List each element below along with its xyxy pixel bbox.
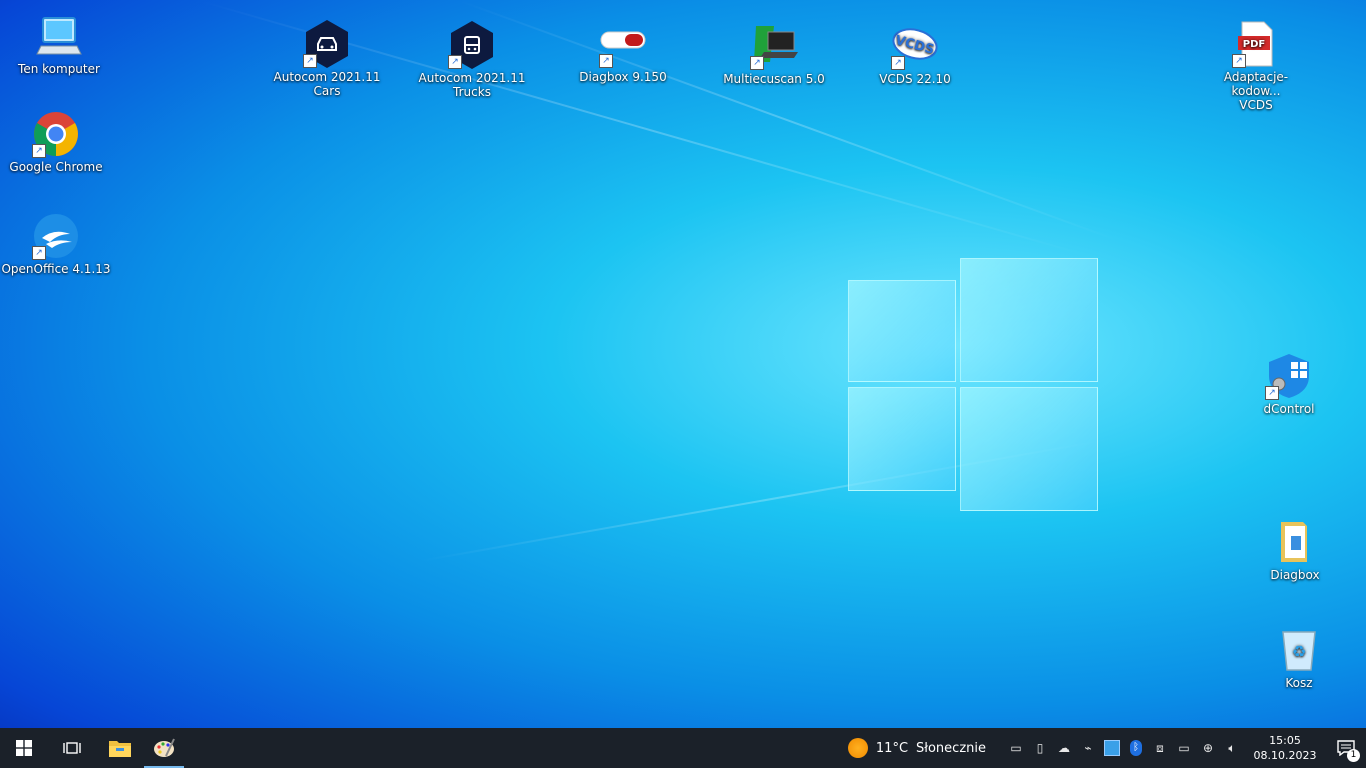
- shortcut-arrow-icon: ↗: [448, 55, 462, 69]
- svg-text:♻: ♻: [1292, 642, 1306, 661]
- desktop-icon-label: VCDS 22.10: [879, 72, 951, 86]
- tray-usb-icon[interactable]: ▯: [1028, 728, 1052, 768]
- autocom-trucks-icon: ↗: [448, 21, 496, 69]
- weather-widget[interactable]: 11°C Słonecznie: [847, 738, 986, 758]
- notification-count-badge: 1: [1347, 749, 1360, 762]
- tray-display-icon[interactable]: ▭: [1004, 728, 1028, 768]
- desktop-icon-this-pc[interactable]: Ten komputer: [4, 12, 114, 76]
- battery-icon[interactable]: ▭: [1172, 728, 1196, 768]
- sun-icon: [847, 738, 868, 758]
- bluetooth-icon[interactable]: ᛒ: [1124, 728, 1148, 768]
- taskbar-paint-app[interactable]: [140, 728, 188, 768]
- recycle-bin-icon: ♻: [1275, 626, 1323, 674]
- desktop-icon-chrome[interactable]: ↗ Google Chrome: [1, 110, 111, 174]
- desktop-icon-recycle-bin[interactable]: ♻ Kosz: [1244, 626, 1354, 690]
- desktop-icon-pdf-adaptacje[interactable]: PDF ↗ Adaptacje-kodow... VCDS: [1201, 20, 1311, 112]
- shortcut-arrow-icon: ↗: [32, 246, 46, 260]
- desktop-icon-label: Diagbox 9.150: [579, 70, 667, 84]
- paint-palette-icon: [154, 738, 175, 757]
- volume-icon[interactable]: 🔈︎: [1220, 728, 1244, 768]
- shield-icon: ↗: [1265, 352, 1313, 400]
- task-view-icon: [63, 742, 81, 754]
- tray-cloud-offline-icon[interactable]: ☁: [1052, 728, 1076, 768]
- start-button[interactable]: [0, 728, 48, 768]
- desktop-icon-label: Multiecuscan 5.0: [723, 72, 825, 86]
- tray-satellite-icon[interactable]: ⌁: [1076, 728, 1100, 768]
- shortcut-arrow-icon: ↗: [891, 56, 905, 70]
- shortcut-arrow-icon: ↗: [1232, 54, 1246, 68]
- chrome-icon: ↗: [32, 110, 80, 158]
- weather-temperature: 11°C: [875, 740, 909, 756]
- task-view-button[interactable]: [48, 728, 96, 768]
- desktop-icon-label: Google Chrome: [9, 160, 103, 174]
- desktop-icon-label: OpenOffice 4.1.13: [1, 262, 111, 276]
- notifications-button[interactable]: 1: [1326, 728, 1366, 768]
- desktop-icon-multiecuscan[interactable]: ↗ Multiecuscan 5.0: [719, 22, 829, 86]
- pdf-file-icon: PDF ↗: [1232, 20, 1280, 68]
- desktop-icon-autocom-trucks[interactable]: ↗ Autocom 2021.11 Trucks: [417, 21, 527, 99]
- openoffice-icon: ↗: [32, 212, 80, 260]
- network-globe-icon[interactable]: ⊕: [1196, 728, 1220, 768]
- windows-start-icon: [16, 740, 32, 756]
- clock[interactable]: 15:05 08.10.2023: [1250, 733, 1320, 763]
- shortcut-arrow-icon: ↗: [750, 56, 764, 70]
- desktop-icon-label: Kosz: [1285, 676, 1313, 690]
- desktop-icon-label: Diagbox: [1270, 568, 1320, 582]
- desktop-icon-autocom-cars[interactable]: ↗ Autocom 2021.11 Cars: [272, 20, 382, 98]
- folder-icon: [109, 741, 131, 757]
- vcds-icon: VCDS ↗: [891, 22, 939, 70]
- wallpaper: [0, 0, 1366, 728]
- desktop-icon-vcds[interactable]: VCDS ↗ VCDS 22.10: [860, 22, 970, 86]
- folder-icon: [1271, 518, 1319, 566]
- desktop-icon-label: Autocom 2021.11 Trucks: [418, 71, 526, 99]
- desktop-icon-label: Adaptacje-kodow... VCDS: [1223, 70, 1289, 112]
- autocom-cars-icon: ↗: [303, 20, 351, 68]
- diagbox-app-icon: ↗: [599, 20, 647, 68]
- shortcut-arrow-icon: ↗: [303, 54, 317, 68]
- taskbar-file-explorer[interactable]: [96, 728, 144, 768]
- multiecuscan-icon: ↗: [750, 22, 798, 70]
- desktop-icon-label: dControl: [1263, 402, 1315, 416]
- clock-time: 15:05: [1269, 734, 1301, 747]
- desktop-icon-diagbox-9150[interactable]: ↗ Diagbox 9.150: [568, 20, 678, 84]
- weather-condition: Słonecznie: [916, 740, 986, 756]
- tray-app-icon[interactable]: [1100, 728, 1124, 768]
- desktop-icon-dcontrol[interactable]: ↗ dControl: [1234, 352, 1344, 416]
- computer-icon: [35, 12, 83, 60]
- tray-device-icon[interactable]: ⧈: [1148, 728, 1172, 768]
- shortcut-arrow-icon: ↗: [32, 144, 46, 158]
- system-tray: 11°C Słonecznie ▭ ▯ ☁ ⌁ ᛒ ⧈ ▭ ⊕ 🔈︎ 15:05…: [847, 728, 1366, 768]
- shortcut-arrow-icon: ↗: [599, 54, 613, 68]
- desktop-icon-diagbox-folder[interactable]: Diagbox: [1240, 518, 1350, 582]
- clock-date: 08.10.2023: [1253, 749, 1317, 762]
- windows-logo: [848, 258, 1098, 511]
- shortcut-arrow-icon: ↗: [1265, 386, 1279, 400]
- desktop-icon-label: Autocom 2021.11 Cars: [273, 70, 381, 98]
- pdf-badge: PDF: [1243, 39, 1265, 50]
- taskbar: 11°C Słonecznie ▭ ▯ ☁ ⌁ ᛒ ⧈ ▭ ⊕ 🔈︎ 15:05…: [0, 728, 1366, 768]
- desktop-icon-openoffice[interactable]: ↗ OpenOffice 4.1.13: [1, 212, 111, 276]
- desktop-icon-label: Ten komputer: [18, 62, 100, 76]
